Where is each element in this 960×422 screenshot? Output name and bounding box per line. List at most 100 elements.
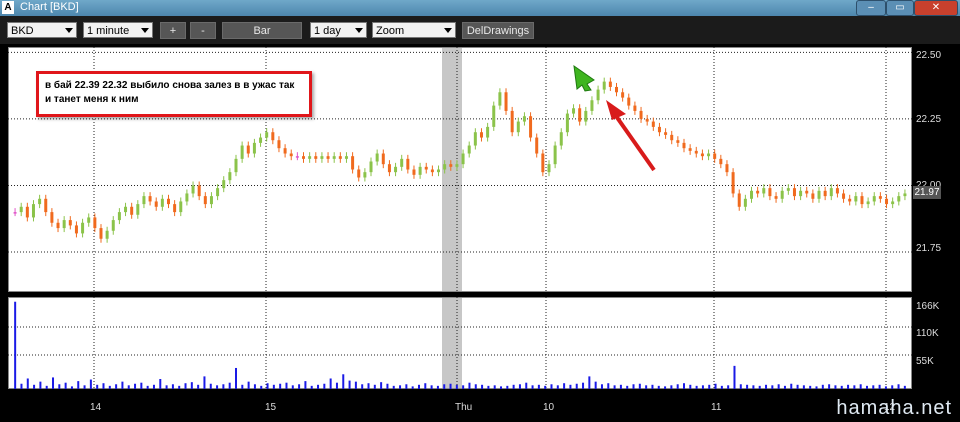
price-candle [302,156,306,159]
volume-bar [184,383,187,389]
volume-bar [468,382,471,389]
volume-grid [8,297,912,389]
volume-bar [102,383,105,389]
volume-bar [493,385,496,389]
price-candle [406,158,410,170]
volume-bar [342,374,345,389]
price-candle [707,153,711,157]
price-candle [191,185,195,194]
volume-bar [178,385,181,389]
volume-bar [77,381,80,389]
price-candle [786,188,790,191]
volume-bars [14,301,906,389]
price-candle [216,188,220,197]
volume-bar [544,385,547,389]
volume-bar [670,385,673,389]
price-candle [529,116,533,138]
volume-label-110k: 110K [916,328,939,339]
price-candle [44,198,48,213]
interval-select[interactable]: 1 minute [83,22,153,38]
volume-bar [298,384,301,389]
price-candle [817,190,821,199]
price-candle [295,156,299,158]
price-candle [68,220,72,226]
volume-bar [209,383,212,389]
chevron-down-icon [65,28,73,33]
price-candle [486,126,490,138]
close-icon[interactable]: ✕ [914,0,958,16]
symbol-select[interactable]: BKD [7,22,77,38]
price-candle [173,204,177,213]
zoom-value: Zoom [376,25,405,37]
price-candle [87,217,91,223]
price-candle [234,158,238,173]
price-candle [160,198,164,207]
app-logo: A [2,1,14,14]
price-candle [357,169,361,178]
price-candle [136,204,140,215]
volume-bar [500,386,503,389]
volume-bar [563,383,566,389]
zoom-in-button[interactable]: + [160,22,186,39]
maximize-icon[interactable]: ▭ [886,0,914,16]
volume-bar [140,382,143,389]
volume-bar [216,385,219,389]
volume-chart[interactable] [8,297,912,389]
minimize-icon[interactable]: – [856,0,886,16]
volume-bar [903,385,906,389]
volume-bar [260,385,263,389]
price-candle [130,206,134,215]
volume-bar [758,385,761,389]
price-candle [246,145,250,154]
price-candle [535,137,539,154]
price-candle [203,196,207,205]
volume-bar [405,384,408,389]
chart-type-button[interactable]: Bar [222,22,302,39]
price-candle [860,196,864,205]
volume-bar [58,384,61,389]
price-candle [271,132,275,141]
price-label-2250: 22.50 [916,50,942,61]
volume-bar [550,384,553,389]
volume-bar [645,385,648,389]
volume-bar [417,384,420,389]
price-candle [240,145,244,159]
volume-bar [455,384,458,389]
price-candle [670,134,674,141]
price-candle [38,198,42,205]
price-candle [320,156,324,159]
volume-bar [20,383,23,389]
interval-value: 1 minute [87,25,130,37]
volume-bar [279,383,282,389]
del-drawings-button[interactable]: DelDrawings [462,22,534,39]
price-candle [344,156,348,159]
price-candle [479,132,483,138]
volume-bar [632,384,635,389]
window-title: Chart [BKD] [20,1,79,13]
volume-bar [474,384,477,389]
period-select[interactable]: 1 day [310,22,367,38]
zoom-out-button[interactable]: - [190,22,216,39]
volume-bar [310,385,313,389]
price-candle [872,196,876,202]
volume-bar [676,384,679,389]
annotation-note[interactable]: в бай 22.39 22.32 выбило снова залез в в… [36,71,312,117]
price-candle [252,142,256,154]
volume-bar [373,384,376,389]
chevron-down-icon [444,28,452,33]
price-candle [553,145,557,165]
volume-bar [853,385,856,389]
zoom-select[interactable]: Zoom [372,22,456,38]
volume-label-55k: 55K [916,356,934,367]
price-candle [762,188,766,194]
price-candle [185,193,189,202]
volume-bar [834,385,837,389]
price-candle [13,212,17,214]
price-candle [835,188,839,194]
volume-bar [26,378,29,389]
volume-bar [777,384,780,389]
volume-bar [70,386,73,389]
price-candle [332,156,336,159]
price-candle [394,166,398,173]
price-candle [289,153,293,157]
